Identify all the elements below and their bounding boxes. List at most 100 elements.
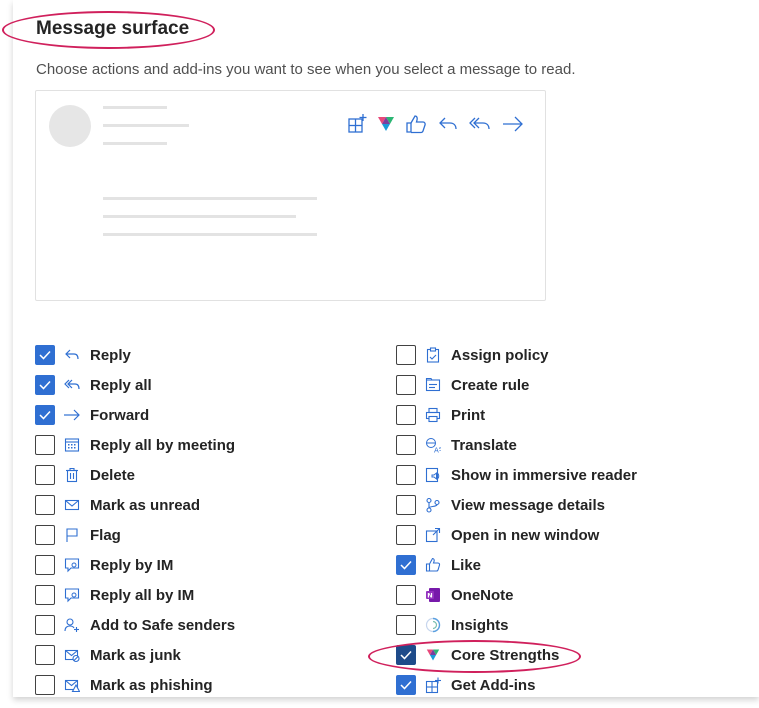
option-label: Mark as junk [90,646,181,664]
option-like[interactable]: Like [396,554,481,576]
checkbox[interactable] [35,465,55,485]
option-label: Reply all [90,376,152,394]
option-label: OneNote [451,586,514,604]
option-mark-as-junk[interactable]: Mark as junk [35,644,181,666]
option-label: Mark as unread [90,496,201,514]
checkbox[interactable] [35,405,55,425]
rule-icon [424,376,442,394]
printer-icon [424,406,442,424]
checkbox[interactable] [396,465,416,485]
clipboard-icon [424,346,442,364]
option-create-rule[interactable]: Create rule [396,374,529,396]
svg-text:A字: A字 [434,446,441,454]
preview-toolbar [346,113,525,135]
option-reply-all-by-meeting[interactable]: Reply all by meeting [35,434,235,456]
option-show-in-immersive-reader[interactable]: Show in immersive reader [396,464,637,486]
forward-icon[interactable] [501,113,525,135]
option-label: Insights [451,616,509,634]
preview-line [103,197,317,200]
preview-line [103,106,167,109]
checkbox[interactable] [396,615,416,635]
option-delete[interactable]: Delete [35,464,135,486]
option-flag[interactable]: Flag [35,524,121,546]
option-label: Reply all by IM [90,586,195,604]
like-icon[interactable] [404,113,428,135]
section-description: Choose actions and add-ins you want to s… [36,61,576,78]
option-label: Reply [90,346,131,364]
option-forward[interactable]: Forward [35,404,149,426]
option-label: Print [451,406,486,424]
option-label: Add to Safe senders [90,616,236,634]
option-reply[interactable]: Reply [35,344,131,366]
checkbox[interactable] [35,495,55,515]
option-label: Show in immersive reader [451,466,637,484]
option-open-in-new-window[interactable]: Open in new window [396,524,599,546]
option-label: Open in new window [451,526,600,544]
option-onenote[interactable]: N OneNote [396,584,514,606]
get-add-ins-icon [424,676,442,694]
reply-icon[interactable] [437,113,459,135]
new-window-icon [424,526,442,544]
option-translate[interactable]: A字 Translate [396,434,517,456]
immersive-reader-icon [424,466,442,484]
checkbox[interactable] [396,555,416,575]
details-icon [424,496,442,514]
option-print[interactable]: Print [396,404,485,426]
checkbox[interactable] [396,495,416,515]
option-assign-policy[interactable]: Assign policy [396,344,549,366]
avatar [49,105,91,147]
reply-all-icon[interactable] [468,113,492,135]
trash-icon [63,466,81,484]
checkbox[interactable] [35,615,55,635]
option-label: Create rule [451,376,530,394]
option-label: Translate [451,436,517,454]
forward-icon [63,406,81,424]
checkbox[interactable] [35,675,55,695]
option-label: Get Add-ins [451,676,536,694]
option-get-add-ins[interactable]: Get Add-ins [396,674,535,696]
translate-icon: A字 [424,436,442,454]
option-label: Flag [90,526,121,544]
checkbox[interactable] [35,345,55,365]
option-label: Mark as phishing [90,676,213,694]
option-insights[interactable]: Insights [396,614,509,636]
option-view-message-details[interactable]: View message details [396,494,605,516]
checkbox[interactable] [35,375,55,395]
flag-icon [63,526,81,544]
option-add-to-safe-senders[interactable]: Add to Safe senders [35,614,235,636]
option-label: Like [451,556,482,574]
chat-icon [63,586,81,604]
checkbox[interactable] [396,525,416,545]
option-mark-as-unread[interactable]: Mark as unread [35,494,200,516]
option-label: Delete [90,466,136,484]
checkbox[interactable] [35,555,55,575]
checkbox[interactable] [396,435,416,455]
checkbox[interactable] [396,375,416,395]
preview-line [103,124,189,127]
checkbox[interactable] [35,525,55,545]
core-strengths-icon[interactable] [377,115,395,133]
get-add-ins-icon[interactable] [346,113,368,135]
phishing-icon [63,676,81,694]
preview-line [103,142,167,145]
preview-line [103,233,317,236]
option-label: View message details [451,496,605,514]
checkbox[interactable] [35,585,55,605]
insights-icon [424,616,442,634]
reply-icon [63,346,81,364]
option-reply-all-by-im[interactable]: Reply all by IM [35,584,194,606]
checkbox[interactable] [396,345,416,365]
checkbox[interactable] [35,645,55,665]
like-icon [424,556,442,574]
checkbox[interactable] [396,585,416,605]
option-label: Assign policy [451,346,549,364]
message-preview [35,90,546,301]
checkbox[interactable] [396,675,416,695]
option-reply-all[interactable]: Reply all [35,374,152,396]
option-reply-by-im[interactable]: Reply by IM [35,554,173,576]
option-label: Reply all by meeting [90,436,236,454]
checkbox[interactable] [396,405,416,425]
option-label: Forward [90,406,150,424]
checkbox[interactable] [35,435,55,455]
option-mark-as-phishing[interactable]: Mark as phishing [35,674,213,696]
